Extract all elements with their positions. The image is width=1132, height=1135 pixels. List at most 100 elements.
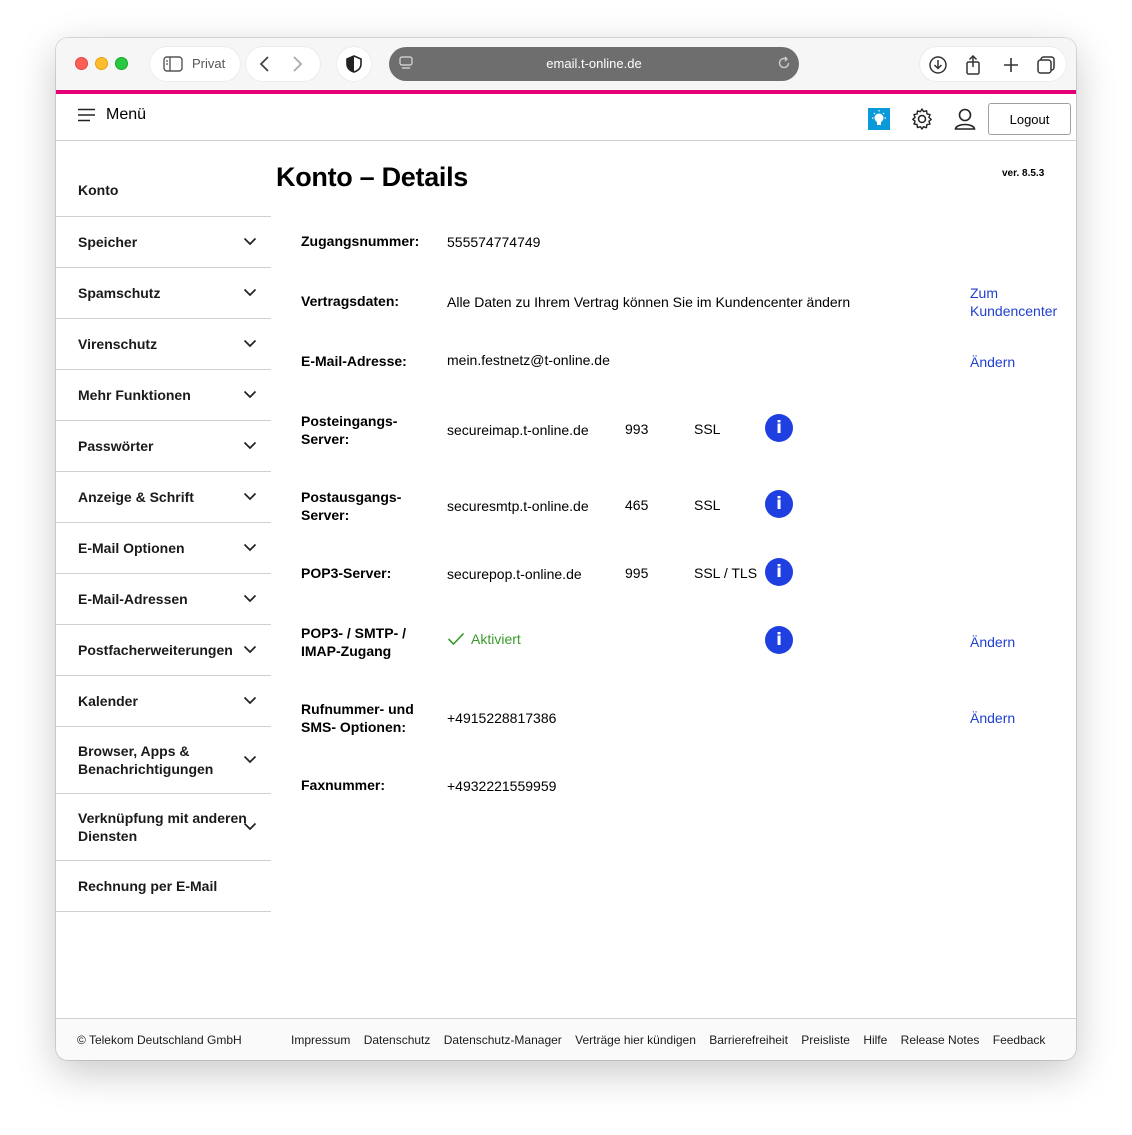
chevron-down-icon — [243, 645, 257, 654]
settings-sidebar: Konto Speicher Spamschutz Virenschutz Me… — [56, 141, 271, 912]
footer-link-vertraege-kuendigen[interactable]: Verträge hier kündigen — [575, 1033, 696, 1047]
sidebar-item-label: Passwörter — [78, 438, 154, 454]
download-icon[interactable] — [928, 55, 948, 75]
chevron-down-icon — [243, 543, 257, 552]
sidebar-item-rechnung[interactable]: Rechnung per E-Mail — [56, 861, 271, 912]
pop3-host: securepop.t-online.de — [447, 566, 582, 582]
user-profile-icon[interactable] — [954, 107, 976, 131]
url-text: email.t-online.de — [546, 56, 642, 71]
share-icon[interactable] — [964, 55, 982, 75]
sidebar-item-kalender[interactable]: Kalender — [56, 676, 271, 727]
info-icon[interactable]: i — [765, 626, 793, 654]
footer-link-datenschutz-manager[interactable]: Datenschutz-Manager — [444, 1033, 562, 1047]
privacy-button[interactable] — [337, 47, 371, 81]
posteingang-port: 993 — [625, 421, 649, 437]
posteingang-security: SSL — [694, 421, 721, 437]
sidebar-item-email-adressen[interactable]: E-Mail-Adressen — [56, 574, 271, 625]
footer-link-hilfe[interactable]: Hilfe — [863, 1033, 887, 1047]
sidebar-item-virenschutz[interactable]: Virenschutz — [56, 319, 271, 370]
new-tab-icon[interactable] — [1002, 55, 1020, 75]
settings-gear-icon[interactable] — [910, 107, 934, 131]
rufnummer-change-link[interactable]: Ändern — [970, 709, 1015, 727]
sidebar-item-label: Speicher — [78, 234, 138, 250]
sidebar-item-label: Browser, Apps & Benachrichtigungen — [78, 743, 214, 777]
toolbar-actions — [920, 47, 1066, 81]
posteingang-host: secureimap.t-online.de — [447, 422, 589, 438]
zugangsnummer-label: Zugangsnummer: — [301, 233, 420, 249]
sidebar-item-label: Anzeige & Schrift — [78, 489, 194, 505]
postausgang-label: Postausgangs-Server: — [301, 489, 402, 523]
sidebar-item-label: Verknüpfung mit anderen Diensten — [78, 810, 247, 844]
sidebar-item-email-optionen[interactable]: E-Mail Optionen — [56, 523, 271, 574]
footer-link-impressum[interactable]: Impressum — [291, 1033, 350, 1047]
sidebar-item-mehr-funktionen[interactable]: Mehr Funktionen — [56, 370, 271, 421]
back-icon[interactable] — [258, 55, 272, 73]
sidebar-item-anzeige-schrift[interactable]: Anzeige & Schrift — [56, 472, 271, 523]
zugang-label: POP3- / SMTP- / IMAP-Zugang — [301, 625, 407, 659]
forward-icon[interactable] — [290, 55, 304, 73]
footer-link-release-notes[interactable]: Release Notes — [901, 1033, 980, 1047]
version-label: ver. 8.5.3 — [1002, 168, 1045, 179]
zoom-window-button[interactable] — [115, 57, 128, 70]
sidebar-item-label: E-Mail Optionen — [78, 540, 185, 556]
vertragsdaten-value: Alle Daten zu Ihrem Vertrag können Sie i… — [447, 294, 851, 310]
vertragsdaten-label: Vertragsdaten: — [301, 293, 400, 309]
chevron-down-icon — [243, 822, 257, 831]
postausgang-host: securesmtp.t-online.de — [447, 498, 589, 514]
close-window-button[interactable] — [75, 57, 88, 70]
chevron-down-icon — [243, 492, 257, 501]
app-header: Menü Logout — [56, 94, 1076, 141]
sidebar-item-konto[interactable]: Konto — [56, 141, 271, 217]
hamburger-icon — [78, 108, 95, 122]
sidebar-item-postfacherweiterungen[interactable]: Postfacherweiterungen — [56, 625, 271, 676]
copyright-text: © Telekom Deutschland GmbH — [77, 1033, 242, 1047]
postausgang-security: SSL — [694, 497, 721, 513]
postausgang-port: 465 — [625, 497, 649, 513]
minimize-window-button[interactable] — [95, 57, 108, 70]
sidebar-item-verknuepfung[interactable]: Verknüpfung mit anderen Diensten — [56, 794, 271, 861]
zugang-status-text: Aktiviert — [471, 631, 521, 647]
kundencenter-link[interactable]: Zum Kundencenter — [970, 284, 1070, 320]
zugang-change-link[interactable]: Ändern — [970, 633, 1015, 651]
menu-label: Menü — [106, 106, 147, 123]
tab-overview-icon[interactable] — [1036, 55, 1056, 75]
info-icon[interactable]: i — [765, 414, 793, 442]
info-icon[interactable]: i — [765, 490, 793, 518]
chevron-down-icon — [243, 288, 257, 297]
reload-icon[interactable] — [777, 56, 791, 70]
footer-link-feedback[interactable]: Feedback — [993, 1033, 1046, 1047]
sidebar-item-spamschutz[interactable]: Spamschutz — [56, 268, 271, 319]
sidebar-item-label: Kalender — [78, 693, 138, 709]
sidebar-item-browser-apps[interactable]: Browser, Apps & Benachrichtigungen — [56, 727, 271, 794]
footer-links: Impressum Datenschutz Datenschutz-Manage… — [291, 1033, 1055, 1047]
menu-button[interactable]: Menü — [78, 106, 146, 124]
logout-button[interactable]: Logout — [988, 103, 1071, 135]
footer-link-barrierefreiheit[interactable]: Barrierefreiheit — [709, 1033, 788, 1047]
posteingang-label: Posteingangs-Server: — [301, 413, 398, 447]
page-footer: © Telekom Deutschland GmbH Impressum Dat… — [56, 1018, 1076, 1060]
checkmark-icon — [447, 632, 465, 646]
sidebar-item-label: Konto — [78, 181, 119, 198]
footer-link-datenschutz[interactable]: Datenschutz — [364, 1033, 431, 1047]
zugang-status: Aktiviert — [447, 631, 521, 647]
chevron-down-icon — [243, 594, 257, 603]
footer-link-preisliste[interactable]: Preisliste — [801, 1033, 850, 1047]
sidebar-item-label: Virenschutz — [78, 336, 158, 352]
lightbulb-icon — [872, 110, 886, 125]
fax-label: Faxnummer: — [301, 777, 386, 793]
rufnummer-value: +4915228817386 — [447, 710, 557, 726]
tips-button[interactable] — [868, 108, 890, 130]
tab-group-button[interactable]: Privat — [150, 47, 240, 81]
sidebar-item-label: Postfacherweiterungen — [78, 642, 233, 658]
sidebar-item-passwoerter[interactable]: Passwörter — [56, 421, 271, 472]
address-bar[interactable]: email.t-online.de — [389, 47, 799, 81]
info-icon[interactable]: i — [765, 558, 793, 586]
email-label: E-Mail-Adresse: — [301, 353, 407, 369]
page-title: Konto – Details — [276, 162, 469, 192]
sidebar-item-speicher[interactable]: Speicher — [56, 217, 271, 268]
browser-window: Privat email.t-online.de Menü Logout Kon… — [56, 38, 1076, 1060]
chevron-down-icon — [243, 390, 257, 399]
pop3-port: 995 — [625, 565, 649, 581]
chevron-down-icon — [243, 696, 257, 705]
email-change-link[interactable]: Ändern — [970, 353, 1015, 371]
